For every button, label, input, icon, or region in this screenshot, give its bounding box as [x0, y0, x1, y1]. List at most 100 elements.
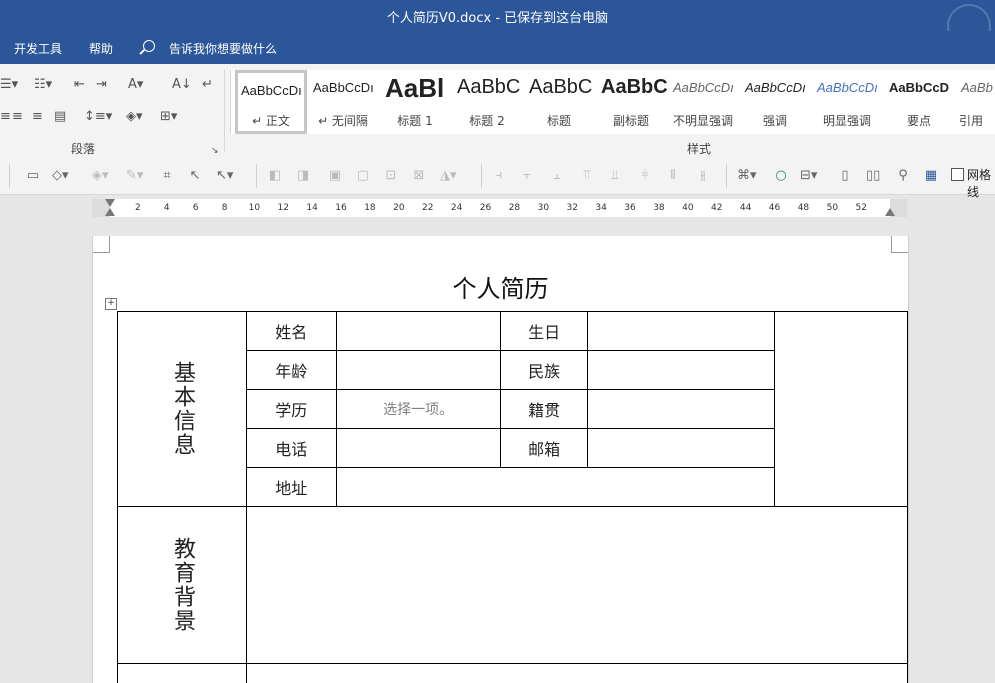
- value-address[interactable]: [335, 467, 776, 507]
- table-move-handle-icon[interactable]: +: [105, 298, 117, 310]
- ruler-tick-label: 24: [450, 203, 463, 213]
- document-title[interactable]: 个人简历: [93, 269, 908, 304]
- style-name: 不明显强调: [672, 114, 733, 128]
- style-quote[interactable]: AaBb 引用: [955, 70, 995, 134]
- justify-icon[interactable]: ≡: [32, 110, 43, 124]
- align-left-icon[interactable]: ≡: [0, 110, 11, 124]
- tell-me-search[interactable]: 告诉我你想要做什么: [169, 40, 277, 57]
- right-indent-marker[interactable]: [885, 208, 895, 216]
- value-phone[interactable]: [335, 428, 501, 468]
- style-heading-2[interactable]: AaBbC 标题 2: [451, 70, 523, 134]
- style-title[interactable]: AaBbC 标题: [523, 70, 595, 134]
- decrease-indent-icon[interactable]: ⇤: [74, 78, 85, 92]
- crop-icon[interactable]: ⌗: [160, 169, 174, 183]
- style-heading-1[interactable]: AaBl 标题 1: [379, 70, 451, 134]
- sort-icon[interactable]: A↓: [172, 78, 192, 92]
- list-numbering-icon[interactable]: ☷▾: [34, 78, 52, 92]
- wrap-text-icon[interactable]: ⌘▾: [737, 169, 757, 183]
- page-view-icon[interactable]: ▯: [838, 169, 852, 183]
- ruler-tick-label: 2: [135, 203, 141, 213]
- style-sample: AaBbCcD: [889, 80, 949, 95]
- search-icon[interactable]: [143, 40, 155, 52]
- line-spacing-icon[interactable]: ↕≡▾: [84, 110, 112, 124]
- select-icon[interactable]: ↖▾: [216, 169, 233, 183]
- rotate-icon: ◮▾: [440, 168, 457, 183]
- ruler-tick-label: 26: [479, 203, 492, 213]
- label-education[interactable]: 学历: [246, 389, 337, 429]
- document-page[interactable]: 个人简历 + 基本信息 姓名 生日 年龄 民族 学历 选择一项。 籍贯 电话 邮…: [92, 236, 909, 683]
- align-right-icon[interactable]: ≡: [12, 110, 23, 124]
- ruler-tick-label: 34: [595, 203, 607, 213]
- two-pages-icon[interactable]: ▯▯: [866, 169, 880, 183]
- value-age[interactable]: [335, 350, 501, 390]
- chinese-layout-icon[interactable]: A▾: [128, 78, 143, 92]
- style-subtle-emphasis[interactable]: AaBbCcDı 不明显强调: [667, 70, 739, 134]
- label-ethnicity[interactable]: 民族: [499, 350, 589, 390]
- section-basic-info[interactable]: 基本信息: [117, 311, 247, 507]
- shading-icon[interactable]: ◈▾: [126, 110, 143, 124]
- margin-corner-mark: [93, 236, 110, 253]
- multilevel-list-icon[interactable]: ☰▾: [0, 78, 18, 92]
- ruler-tick-label: 32: [566, 203, 578, 213]
- style-name: 标题 1: [397, 114, 433, 128]
- shapes-icon[interactable]: ◇▾: [52, 169, 69, 183]
- gridlines-icon[interactable]: ▦: [924, 169, 938, 183]
- ruler-tick-label: 44: [739, 203, 752, 213]
- label-age[interactable]: 年龄: [246, 350, 337, 390]
- value-origin[interactable]: [587, 389, 776, 429]
- select-objects-icon[interactable]: ↖: [188, 169, 202, 183]
- shape-fill-icon: ◈▾: [92, 168, 109, 183]
- zoom-icon[interactable]: ⚲: [896, 169, 910, 183]
- value-name[interactable]: [335, 311, 501, 351]
- style-name: 要点: [906, 114, 931, 128]
- horizontal-ruler[interactable]: 2 4 6 8 10 12 14 16 18 20 22 24 26 28 30 32 34 36 38 40 42 44…: [92, 199, 907, 217]
- style-sample: AaBbCcDı: [745, 80, 806, 95]
- menu-help[interactable]: 帮助: [89, 40, 113, 57]
- style-strong[interactable]: AaBbCcD 要点: [883, 70, 955, 134]
- section-education[interactable]: 教育背景: [117, 506, 247, 664]
- style-subtitle[interactable]: AaBbC 副标题: [595, 70, 667, 134]
- next-content[interactable]: [246, 663, 908, 683]
- text-box-icon[interactable]: ▭: [26, 169, 40, 183]
- group-separator: [224, 70, 225, 152]
- value-email[interactable]: [587, 428, 776, 468]
- value-ethnicity[interactable]: [587, 350, 776, 390]
- resize-icon: ⊡: [385, 168, 397, 183]
- left-indent-marker[interactable]: [105, 208, 115, 216]
- gridlines-label: 网格线: [967, 168, 992, 199]
- style-intense-emphasis[interactable]: AaBbCcDı 明显强调: [811, 70, 883, 134]
- first-line-indent-marker[interactable]: [105, 199, 115, 207]
- ruler-tick-label: 18: [364, 203, 376, 213]
- style-normal[interactable]: AaBbCcDı ↵ 正文: [235, 70, 307, 134]
- menu-developer[interactable]: 开发工具: [14, 40, 62, 57]
- photo-cell[interactable]: [774, 311, 908, 507]
- section-next[interactable]: [117, 663, 247, 683]
- label-email[interactable]: 邮箱: [499, 428, 589, 468]
- style-no-spacing[interactable]: AaBbCcDı ↵ 无间隔: [307, 70, 379, 134]
- distributed-icon[interactable]: ▤: [54, 110, 66, 124]
- borders-icon[interactable]: ⊞▾: [160, 110, 177, 124]
- align-bottom-icon: ⫩: [641, 168, 649, 183]
- value-birthday[interactable]: [587, 311, 776, 351]
- label-phone[interactable]: 电话: [246, 428, 337, 468]
- style-sample: AaBbCcDı: [673, 80, 734, 95]
- style-emphasis[interactable]: AaBbCcDı 强调: [739, 70, 811, 134]
- position-icon[interactable]: ⊟▾: [800, 169, 817, 183]
- gridlines-checkbox[interactable]: [951, 168, 964, 181]
- style-sample: AaBbCcDı: [817, 80, 878, 95]
- label-birthday[interactable]: 生日: [499, 311, 589, 351]
- increase-indent-icon[interactable]: ⇥: [96, 78, 107, 92]
- ruler-tick-label: 48: [797, 203, 810, 213]
- label-origin[interactable]: 籍贯: [499, 389, 589, 429]
- ruler-tick-label: 16: [335, 203, 347, 213]
- drawing-toolbar: ▭ ◇▾ ◈▾ ✎▾ ⌗ ↖ ↖▾ ◧ ◨ ▣ ▢ ⊡ ⊠ ◮▾ ⫞ ⫟ ⫠ ⫪…: [0, 158, 995, 195]
- show-marks-icon[interactable]: ↵: [202, 78, 213, 92]
- education-dropdown[interactable]: 选择一项。: [335, 389, 501, 429]
- circle-shape-icon[interactable]: ○: [774, 169, 788, 183]
- education-content[interactable]: [246, 506, 908, 664]
- label-address[interactable]: 地址: [246, 467, 337, 507]
- align-left-objects-icon: ⫞: [495, 168, 503, 183]
- paragraph-dialog-launcher-icon[interactable]: ↘: [211, 144, 219, 158]
- label-name[interactable]: 姓名: [246, 311, 337, 351]
- style-sample: AaBb: [961, 80, 993, 95]
